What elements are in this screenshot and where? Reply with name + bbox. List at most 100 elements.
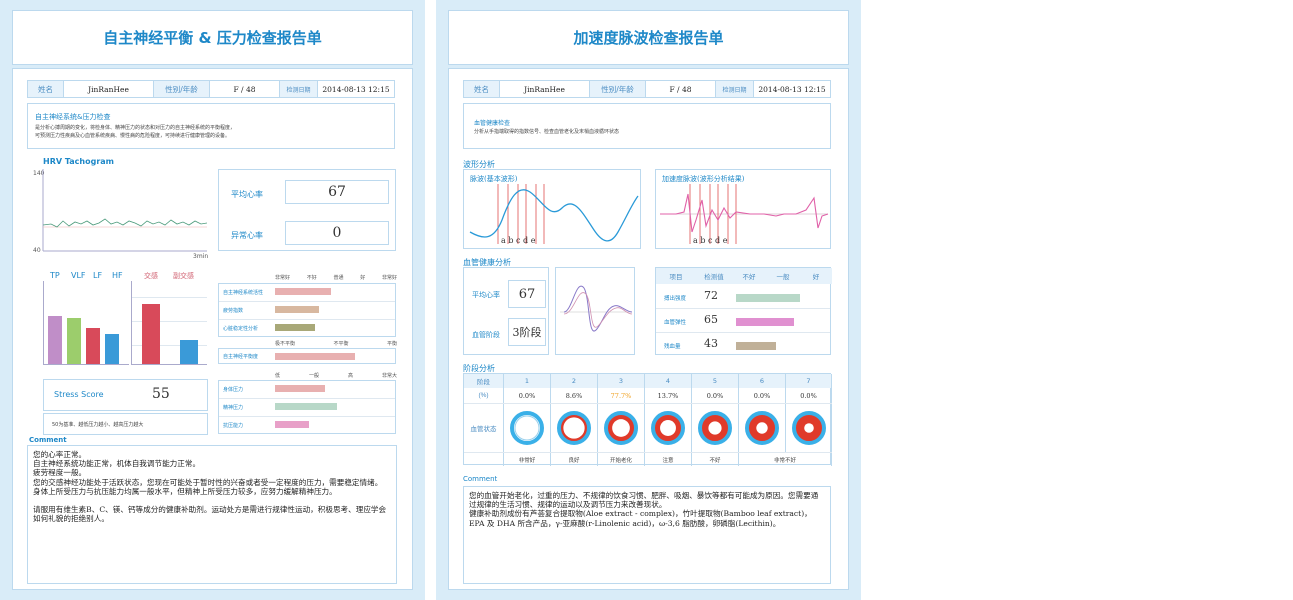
stage-pct-2: 8.6% xyxy=(551,388,598,403)
hrv-tachogram-chart xyxy=(42,169,207,252)
patient-info-bar: 姓名 JinRanHee 性别/年龄 F / 48 检测日期 2014-08-1… xyxy=(27,80,395,98)
right-comment-body: 您的血管开始老化，过重的压力、不规律的饮食习惯、肥胖、吸烟、暴饮等都有可能成为原… xyxy=(463,486,831,584)
date-label-2: 检测日期 xyxy=(716,81,754,97)
bal-scale-2: 平衡 xyxy=(386,341,397,347)
balance-row-label: 自主神经平衡度 xyxy=(223,354,259,360)
mark-d-2: d xyxy=(715,236,721,245)
avg-hr-label: 平均心率 xyxy=(231,190,263,199)
name-label: 姓名 xyxy=(28,81,64,97)
vascular-description-line: 分析从手指端取得的指数信号、检查血管老化及末梢血液循环状态 xyxy=(474,129,620,135)
metrics-head-bad: 不好 xyxy=(742,273,756,281)
stage-word-2: 开始老化 xyxy=(598,453,645,466)
stage-pct-7: 0.0% xyxy=(786,388,832,403)
stage-analysis-table: 阶段 1 2 3 4 5 6 7 (%) 0.0% 8.6% 77.7% 13.7% 0.0% 0.0% 0… xyxy=(463,373,832,466)
vascular-stage-label: 血管阶段 xyxy=(472,331,500,339)
stress-scale-0: 低 xyxy=(275,373,281,379)
stress-note-box: 50为基准、越低压力越小、越高压力越大 xyxy=(43,413,208,435)
ans-scale-0: 非常好 xyxy=(275,275,291,281)
stress-score-value: 55 xyxy=(152,386,170,402)
stage-header-row: 阶段 1 2 3 4 5 6 7 xyxy=(464,374,832,388)
pulse-wave-marks: a b c d e xyxy=(501,236,535,245)
stage-pct-3: 77.7% xyxy=(598,388,645,403)
stress-row-0-bar xyxy=(275,385,325,392)
metrics-head-good: 好 xyxy=(812,273,820,281)
balance-row-bar xyxy=(275,353,355,360)
name-label-2: 姓名 xyxy=(464,81,500,97)
avg-hr-value: 67 xyxy=(285,180,389,204)
metric-row-1-name: 血管弹性 xyxy=(664,320,687,326)
vascular-description-box: 血管健康检查 分析从手指端取得的指数信号、检查血管老化及末梢血液循环状态 xyxy=(463,103,831,149)
parasympathetic-label: 副交感 xyxy=(173,272,194,280)
vascular-avg-hr-value: 67 xyxy=(508,280,546,308)
vascular-description-title: 血管健康检查 xyxy=(474,120,511,127)
left-report-title: 自主神经平衡 & 压力检查报告单 xyxy=(12,10,413,65)
stress-note: 50为基准、越低压力越小、越高压力越大 xyxy=(52,422,144,428)
left-report-page: 自主神经平衡 & 压力检查报告单 姓名 JinRanHee 性别/年龄 F / … xyxy=(0,0,425,600)
stage-word-1: 良好 xyxy=(551,453,598,466)
metric-row-2-bar xyxy=(736,342,776,350)
stage-word-3: 注意 xyxy=(645,453,692,466)
vessel-ring-5 xyxy=(692,404,739,452)
ans-scale-2: 普通 xyxy=(333,275,344,281)
stage-pct-6: 0.0% xyxy=(739,388,786,403)
ans-row-2-label: 心脏稳定性分析 xyxy=(223,326,259,332)
stress-scale-2: 高 xyxy=(347,373,353,379)
hrv-title: HRV Tachogram xyxy=(43,157,114,166)
exam-date: 2014-08-13 12:15 xyxy=(322,84,390,94)
abn-hr-value: 0 xyxy=(285,221,389,245)
vessel-icon-5 xyxy=(698,411,732,445)
ans-row-0-label: 自主神经系统活性 xyxy=(223,290,264,296)
stage-word-empty xyxy=(464,453,504,466)
description-box: 自主神经系统&压力检查 是分析心搏周期的变化，将检身体、精神压力的状态和对压力的… xyxy=(27,103,395,149)
stress-row-1-label: 精神压力 xyxy=(223,405,244,411)
patient-name: JinRanHee xyxy=(64,81,154,97)
metrics-head-value: 检测值 xyxy=(704,273,724,281)
description-line-1: 是分析心搏周期的变化，将检身体、精神压力的状态和对压力的自主神经系统的平衡程度， xyxy=(35,125,236,131)
mark-c: c xyxy=(516,236,521,245)
description-title: 自主神经系统&压力检查 xyxy=(35,113,111,121)
stage-pct-label: (%) xyxy=(464,388,504,403)
stress-row-1-bar xyxy=(275,403,337,410)
ans-row-1-label: 疲劳指数 xyxy=(223,308,244,314)
mark-e-2: e xyxy=(722,236,728,245)
vessel-label: 血管状态 xyxy=(464,404,504,452)
tp-bar xyxy=(48,316,62,364)
stage-percent-row: (%) 0.0% 8.6% 77.7% 13.7% 0.0% 0.0% 0.0% xyxy=(464,388,832,403)
stage-head-7: 7 xyxy=(786,374,832,388)
stress-score-box: Stress Score 55 xyxy=(43,379,208,411)
stage-head-1: 1 xyxy=(504,374,551,388)
parasympathetic-bar xyxy=(180,340,198,364)
vessel-ring-6 xyxy=(739,404,786,452)
metrics-head-normal: 一般 xyxy=(776,273,790,281)
mark-d: d xyxy=(523,236,529,245)
metric-row-0-value: 72 xyxy=(704,289,718,302)
metrics-head-item: 项目 xyxy=(669,273,683,281)
mark-c-2: c xyxy=(708,236,713,245)
vascular-summary-box: 平均心率 67 血管阶段 3阶段 xyxy=(463,267,549,355)
stage-word-0: 非常好 xyxy=(504,453,551,466)
vessel-icon-4 xyxy=(651,411,685,445)
stage-head-3: 3 xyxy=(598,374,645,388)
right-report-sheet: 姓名 JinRanHee 性别/年龄 F / 48 检测日期 2014-08-1… xyxy=(448,68,849,590)
right-report-page: 加速度脉波检查报告单 姓名 JinRanHee 性别/年龄 F / 48 检测日… xyxy=(436,0,861,600)
metric-row-2-name: 残血量 xyxy=(664,344,681,350)
left-comment-title: Comment xyxy=(29,436,67,444)
stage-words-row: 非常好 良好 开始老化 注意 不好 非常不好 xyxy=(464,453,832,466)
frequency-chart xyxy=(43,281,129,365)
stage-head-2: 2 xyxy=(551,374,598,388)
left-comment-body: 您的心率正常。 自主神经系统功能正常，机体自我调节能力正常。 疲劳程度一般。 您… xyxy=(27,445,397,584)
balance-scale: 极不平衡 不平衡 平衡 xyxy=(275,340,397,347)
heart-rate-box: 平均心率 67 异常心率 0 xyxy=(218,169,396,251)
mark-e: e xyxy=(530,236,536,245)
vessel-ring-4 xyxy=(645,404,692,452)
ans-row-1-bar xyxy=(275,306,319,313)
ans-scale: 非常好 不好 普通 好 非常好 xyxy=(275,274,397,281)
stage-pct-4: 13.7% xyxy=(645,388,692,403)
stage-word-5: 非常不好 xyxy=(739,453,832,466)
patient-name-2: JinRanHee xyxy=(500,81,590,97)
hf-bar xyxy=(105,334,119,364)
balance-chart xyxy=(131,281,207,365)
bal-scale-1: 不平衡 xyxy=(333,341,349,347)
stress-table: 身体压力 精神压力 抗压能力 xyxy=(218,380,396,434)
waveform-thumbnail xyxy=(555,267,635,355)
